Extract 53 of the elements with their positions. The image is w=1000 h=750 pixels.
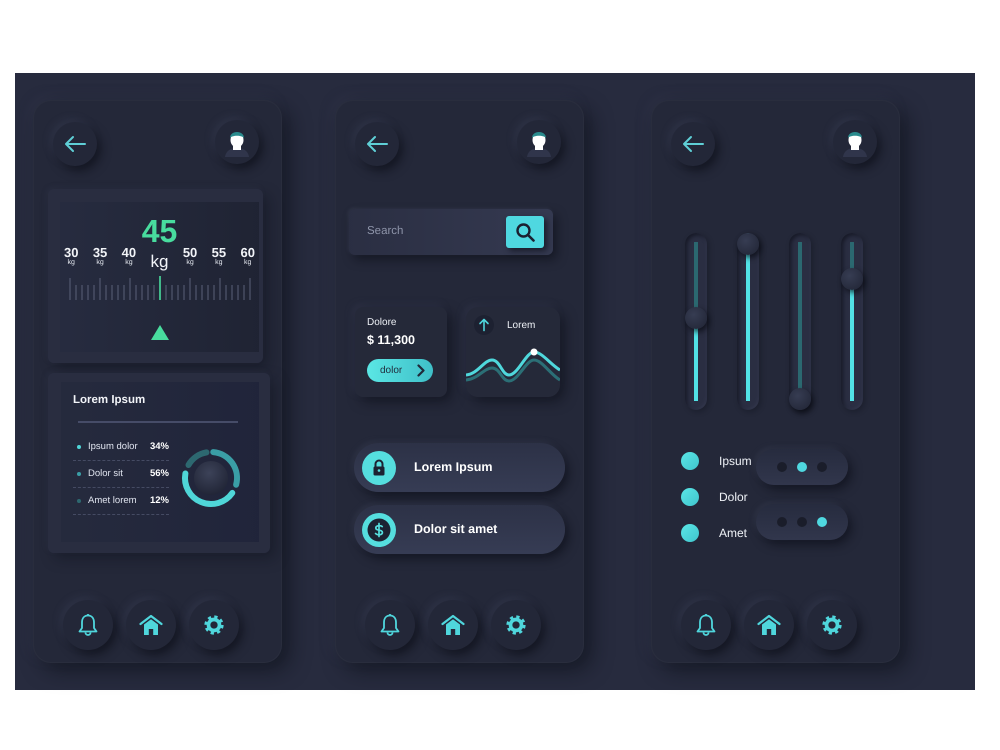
back-arrow-icon bbox=[682, 135, 704, 153]
house-icon bbox=[757, 614, 781, 636]
gear-icon bbox=[505, 614, 527, 636]
option-label: Ipsum bbox=[719, 453, 752, 470]
slider-thumb[interactable] bbox=[789, 388, 811, 410]
scale-number: 50 bbox=[182, 246, 198, 259]
lock-icon bbox=[362, 450, 396, 484]
balance-amount: $ 11,300 bbox=[367, 333, 416, 348]
option-label: Dolor bbox=[719, 489, 748, 506]
bell-icon bbox=[695, 613, 717, 637]
indicator-dot-icon bbox=[681, 452, 699, 470]
scale-number: 40 bbox=[122, 246, 136, 259]
scale-number: 55 bbox=[212, 246, 226, 259]
unit-label: kg bbox=[150, 253, 168, 270]
position-switch[interactable] bbox=[756, 504, 848, 540]
legend-value: 12% bbox=[150, 494, 169, 508]
slider-thumb[interactable] bbox=[841, 268, 863, 290]
go-button[interactable]: dolor bbox=[367, 359, 433, 382]
indicator-dot-icon bbox=[681, 524, 699, 542]
search-icon bbox=[515, 222, 535, 242]
balance-label: Dolore bbox=[367, 317, 398, 329]
option-button[interactable]: Dolor sit amet bbox=[354, 505, 565, 554]
bell-icon bbox=[77, 613, 99, 637]
gear-icon bbox=[821, 614, 843, 636]
gear-icon bbox=[203, 614, 225, 636]
slider-thumb[interactable] bbox=[685, 306, 707, 329]
slider-track[interactable] bbox=[737, 233, 759, 410]
option-label: Amet bbox=[719, 525, 748, 542]
legend-value: 56% bbox=[150, 466, 169, 481]
dollar-coin-icon bbox=[362, 512, 396, 546]
back-arrow-icon bbox=[64, 135, 86, 153]
indicator-dot-icon bbox=[681, 488, 699, 506]
legend-label: Ipsum dolor bbox=[88, 440, 138, 454]
stats-title: Lorem Ipsum bbox=[73, 393, 146, 408]
slider-thumb[interactable] bbox=[737, 233, 759, 255]
search-input[interactable]: Search bbox=[367, 223, 498, 241]
chevron-right-icon bbox=[417, 364, 425, 377]
legend-label: Dolor sit bbox=[88, 466, 123, 481]
search-button[interactable] bbox=[506, 216, 544, 248]
scale-number: 60 bbox=[240, 246, 255, 259]
legend-label: Amet lorem bbox=[88, 494, 137, 508]
legend-value: 34% bbox=[150, 440, 169, 454]
house-icon bbox=[139, 614, 163, 636]
scale-number: 30 bbox=[64, 246, 78, 259]
pointer-triangle-icon bbox=[150, 325, 168, 340]
scale-number: 35 bbox=[92, 246, 108, 259]
bell-icon bbox=[379, 613, 401, 637]
card-label: Lorem bbox=[507, 318, 536, 332]
weight-reading: 45 bbox=[142, 216, 178, 246]
option-button[interactable]: Lorem Ipsum bbox=[354, 443, 565, 492]
back-arrow-icon bbox=[366, 135, 388, 153]
house-icon bbox=[441, 614, 465, 636]
position-switch[interactable] bbox=[756, 449, 848, 485]
